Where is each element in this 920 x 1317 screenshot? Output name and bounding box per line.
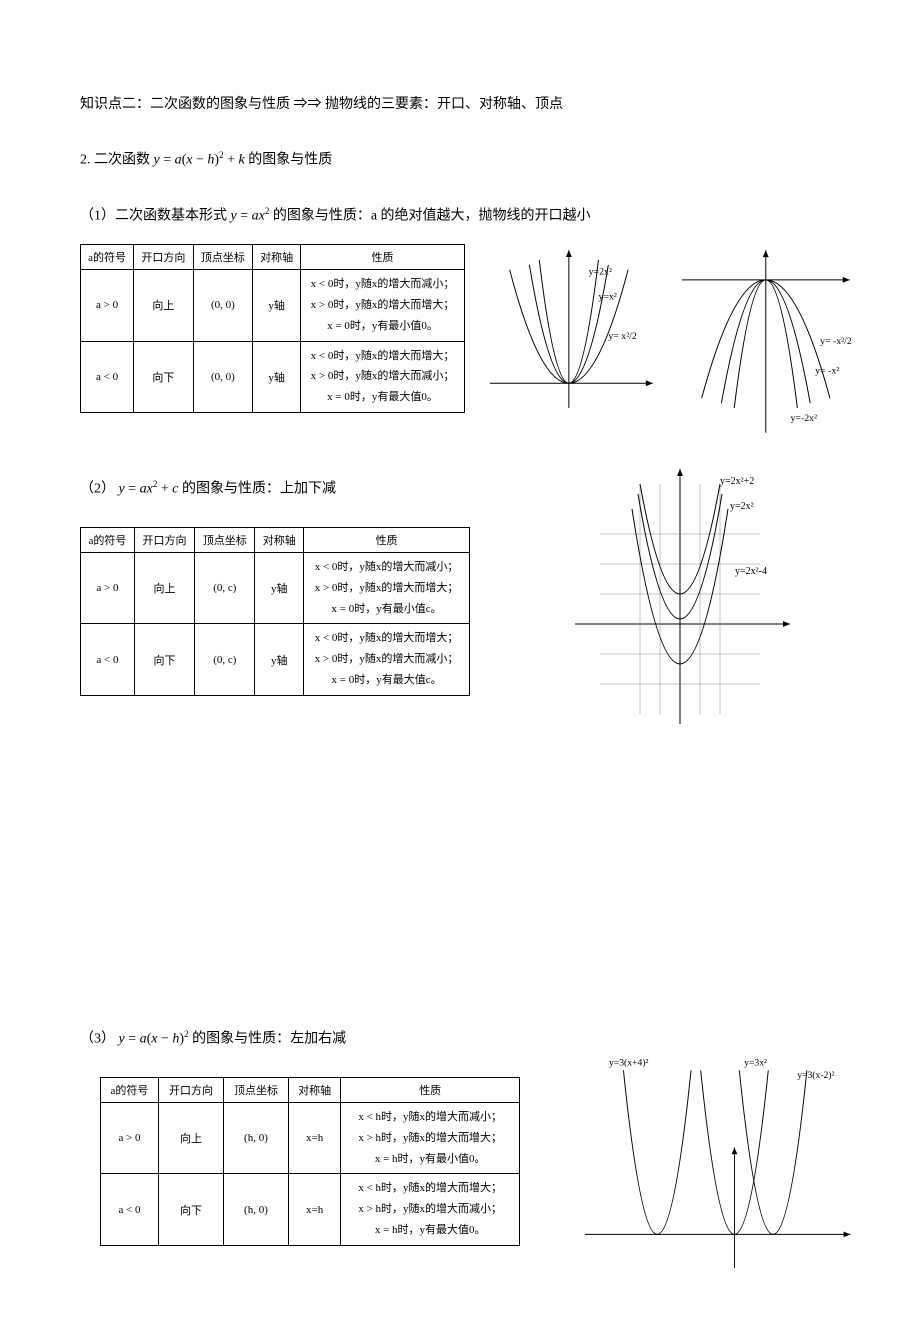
svg-text:y=3x²: y=3x² [744, 1057, 767, 1068]
cell-dir: 向下 [134, 624, 194, 696]
th-dir: 开口方向 [134, 527, 194, 552]
table-row: a的符号 开口方向 顶点坐标 对称轴 性质 [101, 1077, 520, 1102]
cell-axis: x=h [288, 1174, 340, 1246]
th-vertex: 顶点坐标 [193, 244, 253, 269]
th-sign: a的符号 [81, 527, 135, 552]
figure-1a-up-parabolas: y=2x² y=x² y= x²/2 [485, 244, 658, 414]
cell-sign: a > 0 [81, 269, 134, 341]
svg-text:y=3(x+4)²: y=3(x+4)² [609, 1057, 649, 1068]
svg-text:y=2x²+2: y=2x²+2 [720, 476, 754, 487]
table-row: a < 0 向下 (h, 0) x=h x < h时，y随x的增大而增大； x … [101, 1174, 520, 1246]
table-section-3: a的符号 开口方向 顶点坐标 对称轴 性质 a > 0 向上 (h, 0) x=… [100, 1077, 520, 1246]
cell-axis: x=h [288, 1102, 340, 1174]
cell-prop: x < h时，y随x的增大而增大； x > h时，y随x的增大而减小； x = … [341, 1174, 520, 1246]
cell-sign: a < 0 [101, 1174, 159, 1246]
th-axis: 对称轴 [253, 244, 301, 269]
cell-dir: 向上 [134, 552, 194, 624]
svg-text:y=2x²: y=2x² [730, 501, 754, 512]
cell-sign: a > 0 [81, 552, 135, 624]
cell-vertex: (0, 0) [193, 269, 253, 341]
th-prop: 性质 [301, 244, 465, 269]
table-row: a < 0 向下 (0, 0) y轴 x < 0时，y随x的增大而增大； x >… [81, 341, 465, 413]
cell-dir: 向上 [134, 269, 194, 341]
svg-text:y= x²/2: y= x²/2 [608, 331, 637, 342]
cell-dir: 向下 [159, 1174, 224, 1246]
th-vertex: 顶点坐标 [223, 1077, 288, 1102]
cell-sign: a < 0 [81, 341, 134, 413]
cell-prop: x < 0时，y随x的增大而减小； x > 0时，y随x的增大而增大； x = … [304, 552, 470, 624]
cell-vertex: (h, 0) [223, 1174, 288, 1246]
cell-dir: 向上 [159, 1102, 224, 1174]
section-2-heading: 2. 二次函数 y = a(x − h)2 + k 的图象与性质 [80, 147, 860, 173]
svg-text:y=3(x-2)²: y=3(x-2)² [797, 1070, 834, 1081]
cell-prop: x < 0时，y随x的增大而减小； x > 0时，y随x的增大而增大； x = … [301, 269, 465, 341]
table-row: a > 0 向上 (0, 0) y轴 x < 0时，y随x的增大而减小； x >… [81, 269, 465, 341]
cell-vertex: (0, c) [195, 552, 255, 624]
th-prop: 性质 [304, 527, 470, 552]
table-row: a的符号 开口方向 顶点坐标 对称轴 性质 [81, 527, 470, 552]
cell-vertex: (h, 0) [223, 1102, 288, 1174]
th-sign: a的符号 [81, 244, 134, 269]
th-dir: 开口方向 [134, 244, 194, 269]
figure-2-vertical-shift: y=2x²+2 y=2x² y=2x²-4 [570, 464, 800, 734]
section-2-title: （2） y = ax2 + c 的图象与性质：上加下减 [80, 476, 550, 502]
svg-text:y=-2x²: y=-2x² [791, 413, 818, 424]
section-1-title: （1）二次函数基本形式 y = ax2 的图象与性质：a 的绝对值越大，抛物线的… [80, 203, 860, 229]
th-axis: 对称轴 [288, 1077, 340, 1102]
knowledge-point-title: 知识点二：二次函数的图象与性质 ⇒⇒ 抛物线的三要素：开口、对称轴、顶点 [80, 92, 860, 117]
table-row: a > 0 向上 (0, c) y轴 x < 0时，y随x的增大而减小； x >… [81, 552, 470, 624]
svg-text:y=2x²-4: y=2x²-4 [735, 566, 767, 577]
table-row: a < 0 向下 (0, c) y轴 x < 0时，y随x的增大而增大； x >… [81, 624, 470, 696]
svg-text:y=x²: y=x² [598, 291, 616, 302]
cell-vertex: (0, c) [195, 624, 255, 696]
th-prop: 性质 [341, 1077, 520, 1102]
cell-prop: x < 0时，y随x的增大而增大； x > 0时，y随x的增大而减小； x = … [301, 341, 465, 413]
th-vertex: 顶点坐标 [195, 527, 255, 552]
cell-sign: a < 0 [81, 624, 135, 696]
figure-1b-down-parabolas: y= -x²/2 y= -x² y=-2x² [677, 244, 860, 439]
svg-text:y= -x²: y= -x² [816, 365, 840, 376]
th-axis: 对称轴 [255, 527, 304, 552]
th-sign: a的符号 [101, 1077, 159, 1102]
cell-axis: y轴 [255, 624, 304, 696]
cell-prop: x < 0时，y随x的增大而增大； x > 0时，y随x的增大而减小； x = … [304, 624, 470, 696]
th-dir: 开口方向 [159, 1077, 224, 1102]
svg-text:y= -x²/2: y= -x²/2 [821, 336, 853, 347]
table-row: a > 0 向上 (h, 0) x=h x < h时，y随x的增大而减小； x … [101, 1102, 520, 1174]
cell-vertex: (0, 0) [193, 341, 253, 413]
svg-text:y=2x²: y=2x² [588, 267, 611, 278]
cell-axis: y轴 [253, 341, 301, 413]
table-section-2: a的符号 开口方向 顶点坐标 对称轴 性质 a > 0 向上 (0, c) y轴… [80, 527, 470, 696]
cell-axis: y轴 [253, 269, 301, 341]
cell-axis: y轴 [255, 552, 304, 624]
cell-prop: x < h时，y随x的增大而减小； x > h时，y随x的增大而增大； x = … [341, 1102, 520, 1174]
figure-3-horizontal-shift: y=3(x+4)² y=3x² y=3(x-2)² [580, 1047, 860, 1277]
cell-dir: 向下 [134, 341, 194, 413]
table-section-1: a的符号 开口方向 顶点坐标 对称轴 性质 a > 0 向上 (0, 0) y轴… [80, 244, 465, 413]
cell-sign: a > 0 [101, 1102, 159, 1174]
table-row: a的符号 开口方向 顶点坐标 对称轴 性质 [81, 244, 465, 269]
